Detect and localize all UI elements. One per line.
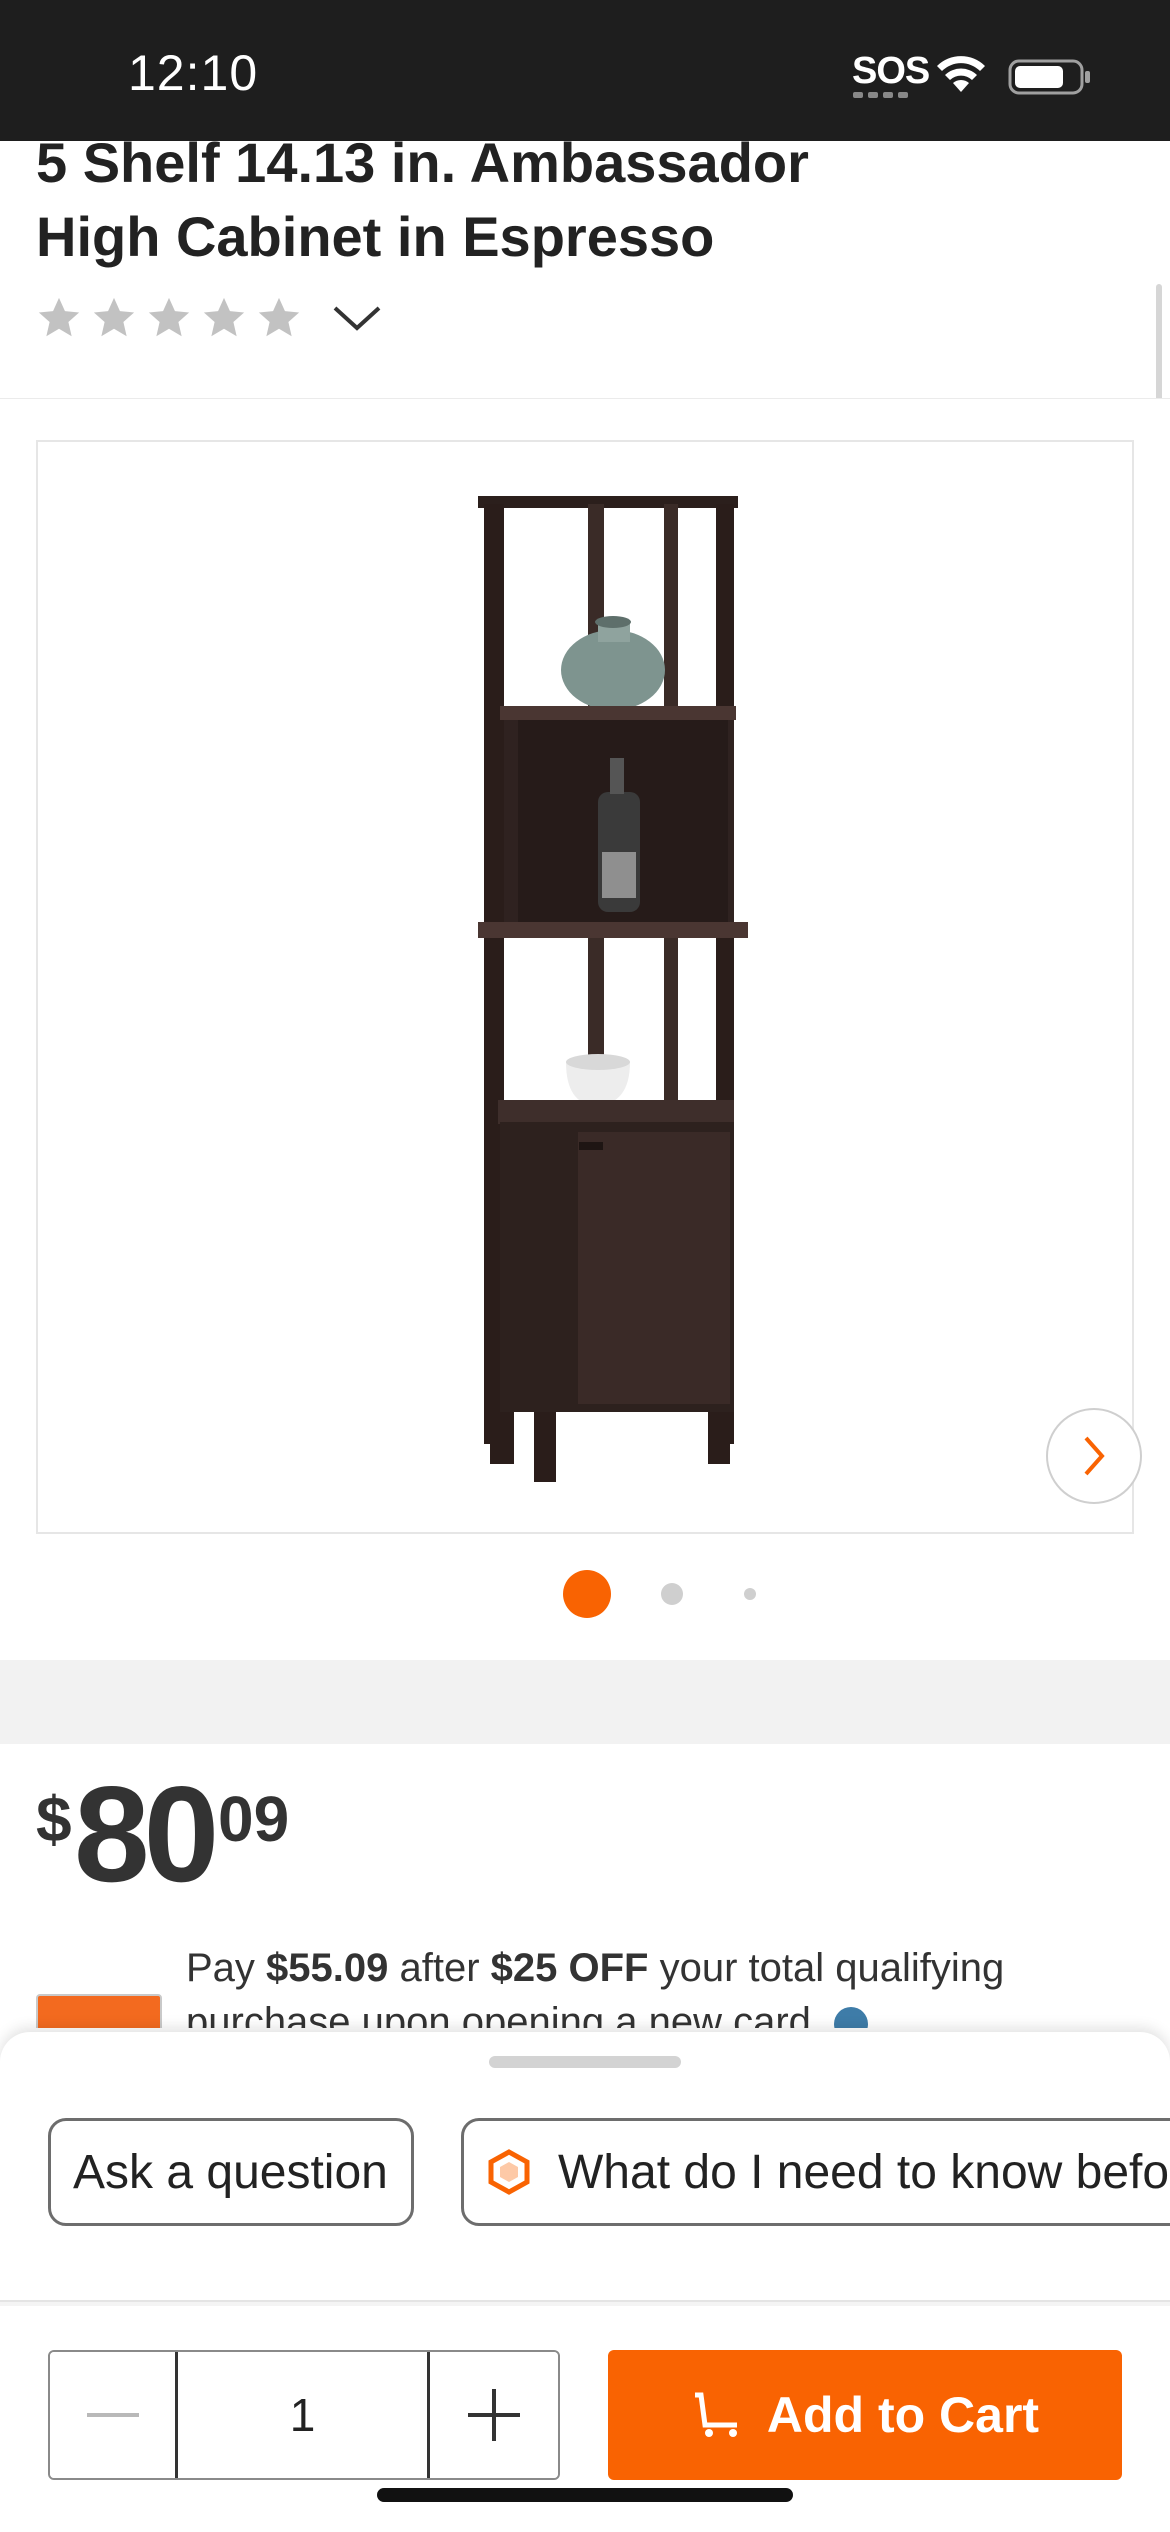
star-icon: [203, 297, 245, 337]
star-icon: [148, 297, 190, 337]
home-indicator[interactable]: [377, 2488, 793, 2502]
section-divider: [0, 1660, 1170, 1744]
promo-discount: $25 OFF: [490, 1946, 649, 1990]
buying-guide-label: What do I need to know before buying?: [558, 2145, 1170, 2199]
price-dollars: 80: [74, 1758, 219, 1910]
ask-question-label: Ask a question: [73, 2145, 388, 2199]
ai-assistant-icon: [488, 2149, 530, 2195]
status-time: 12:10: [128, 45, 259, 101]
quantity-input[interactable]: 1: [178, 2352, 430, 2478]
signal-dots-icon: [853, 92, 908, 98]
credit-card-icon: [36, 1994, 162, 2028]
add-to-cart-button[interactable]: Add to Cart: [608, 2350, 1122, 2480]
pagination-dot[interactable]: [744, 1588, 756, 1600]
quantity-stepper[interactable]: 1: [48, 2350, 560, 2480]
promo-text: Pay $55.09 after $25 OFF your total qual…: [186, 1946, 1004, 1991]
plus-icon: [468, 2389, 520, 2441]
ask-question-chip[interactable]: Ask a question: [48, 2118, 414, 2226]
battery-icon: [1008, 59, 1090, 95]
add-to-cart-label: Add to Cart: [766, 2387, 1040, 2443]
info-icon[interactable]: [834, 2007, 869, 2028]
price-cents: 09: [218, 1783, 290, 1855]
questions-sheet: Ask a question What do I need to know be…: [0, 2032, 1170, 2302]
card-promo[interactable]: Pay $55.09 after $25 OFF your total qual…: [36, 1934, 1136, 2028]
promo-pay-amount: $55.09: [266, 1946, 389, 1990]
rating-summary[interactable]: [36, 290, 385, 346]
promo-line-2: purchase upon opening a new card.: [186, 2000, 823, 2028]
wifi-icon: [937, 56, 985, 92]
product-title-line-2: High Cabinet in Espresso: [36, 205, 715, 268]
product-image-frame[interactable]: [36, 440, 1142, 1534]
chevron-right-icon: [1084, 1436, 1105, 1476]
promo-pay-prefix: Pay: [186, 1946, 267, 1990]
increase-quantity-button[interactable]: [430, 2352, 558, 2478]
next-image-button[interactable]: [1046, 1408, 1142, 1504]
chevron-down-icon[interactable]: [329, 298, 385, 338]
star-icon: [93, 297, 135, 337]
sheet-drag-handle[interactable]: [489, 2056, 681, 2068]
product-image: [478, 496, 748, 1482]
sos-indicator: SOS: [852, 50, 930, 92]
pagination-dot[interactable]: [661, 1583, 683, 1605]
promo-text-line-2: purchase upon opening a new card.: [186, 2000, 869, 2028]
buying-guide-chip[interactable]: What do I need to know before buying?: [461, 2118, 1170, 2226]
status-bar: 12:10 SOS: [0, 0, 1170, 141]
promo-rest: your total qualifying: [648, 1946, 1005, 1990]
pagination-dot-active[interactable]: [563, 1570, 611, 1618]
promo-after-text: after: [388, 1946, 491, 1990]
gallery-pagination[interactable]: [0, 1570, 1170, 1620]
star-icon: [258, 297, 300, 337]
star-icon: [38, 297, 80, 337]
cart-icon: [694, 2392, 737, 2437]
price-currency: $: [36, 1783, 72, 1855]
minus-icon: [86, 2413, 139, 2417]
decrease-quantity-button[interactable]: [50, 2352, 178, 2478]
